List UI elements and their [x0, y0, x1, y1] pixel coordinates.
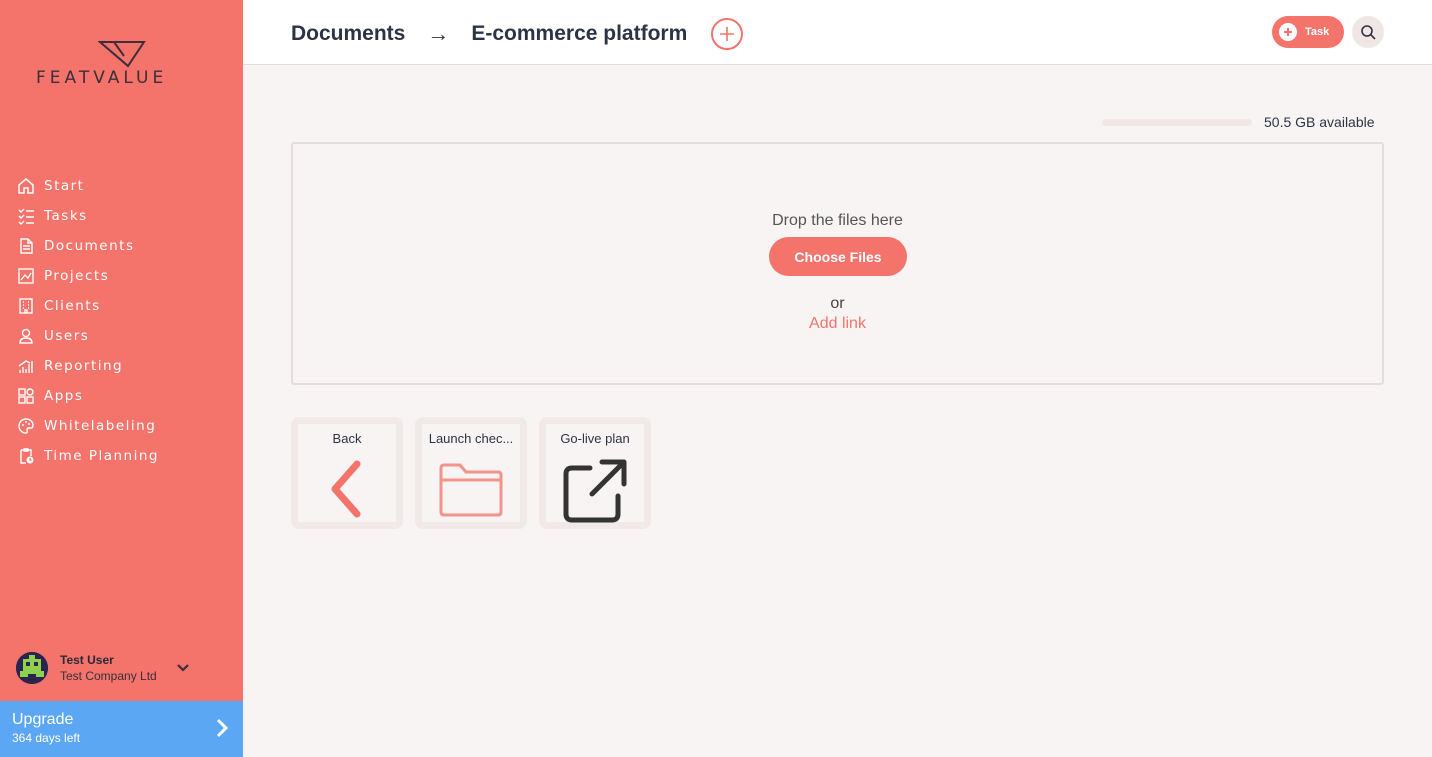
tile-label: Back	[332, 431, 362, 446]
sidebar-nav: Start Tasks Documents Projects Clients U…	[16, 171, 159, 471]
sidebar-item-label: Documents	[44, 238, 135, 254]
sidebar-item-label: Reporting	[44, 358, 124, 374]
reporting-icon	[16, 356, 36, 376]
palette-icon	[16, 416, 36, 436]
user-info: Test User Test Company Ltd	[60, 653, 157, 683]
plus-icon	[720, 27, 735, 41]
home-icon	[16, 176, 36, 196]
breadcrumb: Documents → E-commerce platform	[291, 18, 744, 50]
tile-label: Launch chec...	[428, 431, 514, 446]
tile-link-go-live-plan[interactable]: Go-live plan	[539, 417, 651, 529]
chevron-left-icon	[331, 460, 361, 518]
folder-icon	[439, 463, 503, 517]
add-task-button[interactable]: Task	[1272, 16, 1344, 48]
logo[interactable]: FEATVALUE	[36, 40, 211, 96]
logo-mark-icon	[98, 41, 146, 68]
plus-icon	[1279, 23, 1297, 41]
user-menu[interactable]: Test User Test Company Ltd	[16, 652, 189, 684]
sidebar-item-label: Apps	[44, 388, 84, 404]
task-button-label: Task	[1305, 26, 1330, 38]
tile-back[interactable]: Back	[291, 417, 403, 529]
storage-text: 50.5 GB available	[1264, 114, 1375, 130]
choose-files-button[interactable]: Choose Files	[769, 237, 907, 276]
clients-icon	[16, 296, 36, 316]
breadcrumb-documents[interactable]: Documents	[291, 22, 405, 46]
upgrade-subtitle: 364 days left	[12, 731, 81, 745]
tile-label: Go-live plan	[560, 431, 630, 446]
apps-icon	[16, 386, 36, 406]
add-link-button[interactable]: Add link	[293, 315, 1382, 333]
sidebar-item-label: Users	[44, 328, 90, 344]
storage-bar	[1102, 118, 1252, 126]
time-planning-icon	[16, 446, 36, 466]
sidebar-item-time-planning[interactable]: Time Planning	[16, 441, 159, 471]
documents-icon	[16, 236, 36, 256]
tasks-icon	[16, 206, 36, 226]
search-button[interactable]	[1352, 16, 1384, 48]
sidebar-item-clients[interactable]: Clients	[16, 291, 159, 321]
sidebar-item-start[interactable]: Start	[16, 171, 159, 201]
breadcrumb-project: E-commerce platform	[471, 22, 688, 45]
tile-folder-launch-checklist[interactable]: Launch chec...	[415, 417, 527, 529]
sidebar-item-label: Time Planning	[44, 448, 159, 464]
sidebar: FEATVALUE Start Tasks Documents Projects…	[0, 0, 243, 757]
sidebar-item-label: Projects	[44, 268, 110, 284]
chevron-right-icon	[215, 717, 229, 744]
sidebar-item-label: Clients	[44, 298, 101, 314]
or-text: or	[830, 295, 845, 312]
sidebar-item-whitelabeling[interactable]: Whitelabeling	[16, 411, 159, 441]
user-name: Test User	[60, 653, 114, 667]
user-company: Test Company Ltd	[60, 669, 157, 683]
sidebar-item-users[interactable]: Users	[16, 321, 159, 351]
breadcrumb-arrow-icon: →	[427, 21, 450, 46]
sidebar-item-documents[interactable]: Documents	[16, 231, 159, 261]
sidebar-item-apps[interactable]: Apps	[16, 381, 159, 411]
sidebar-item-projects[interactable]: Projects	[16, 261, 159, 291]
external-link-icon	[563, 459, 627, 523]
top-header: Documents → E-commerce platform Task	[243, 0, 1432, 65]
upgrade-banner[interactable]: Upgrade 364 days left	[0, 701, 243, 757]
drop-text: Drop the files here	[772, 212, 903, 229]
file-dropzone[interactable]: Drop the files here Choose Files or Add …	[291, 142, 1384, 385]
sidebar-item-reporting[interactable]: Reporting	[16, 351, 159, 381]
projects-icon	[16, 266, 36, 286]
storage-indicator: 50.5 GB available	[1102, 114, 1375, 130]
logo-text: FEATVALUE	[36, 68, 168, 88]
users-icon	[16, 326, 36, 346]
sidebar-item-tasks[interactable]: Tasks	[16, 201, 159, 231]
avatar-pixel-icon	[16, 652, 48, 684]
sidebar-item-label: Whitelabeling	[44, 418, 157, 434]
sidebar-item-label: Tasks	[44, 208, 88, 224]
document-tiles: Back Launch chec... Go-live plan	[291, 417, 663, 529]
search-icon	[1361, 25, 1376, 40]
sidebar-item-label: Start	[44, 178, 85, 194]
add-item-button[interactable]	[711, 18, 744, 50]
avatar	[16, 652, 48, 684]
chevron-down-icon[interactable]	[176, 660, 190, 678]
upgrade-title: Upgrade	[12, 711, 74, 728]
